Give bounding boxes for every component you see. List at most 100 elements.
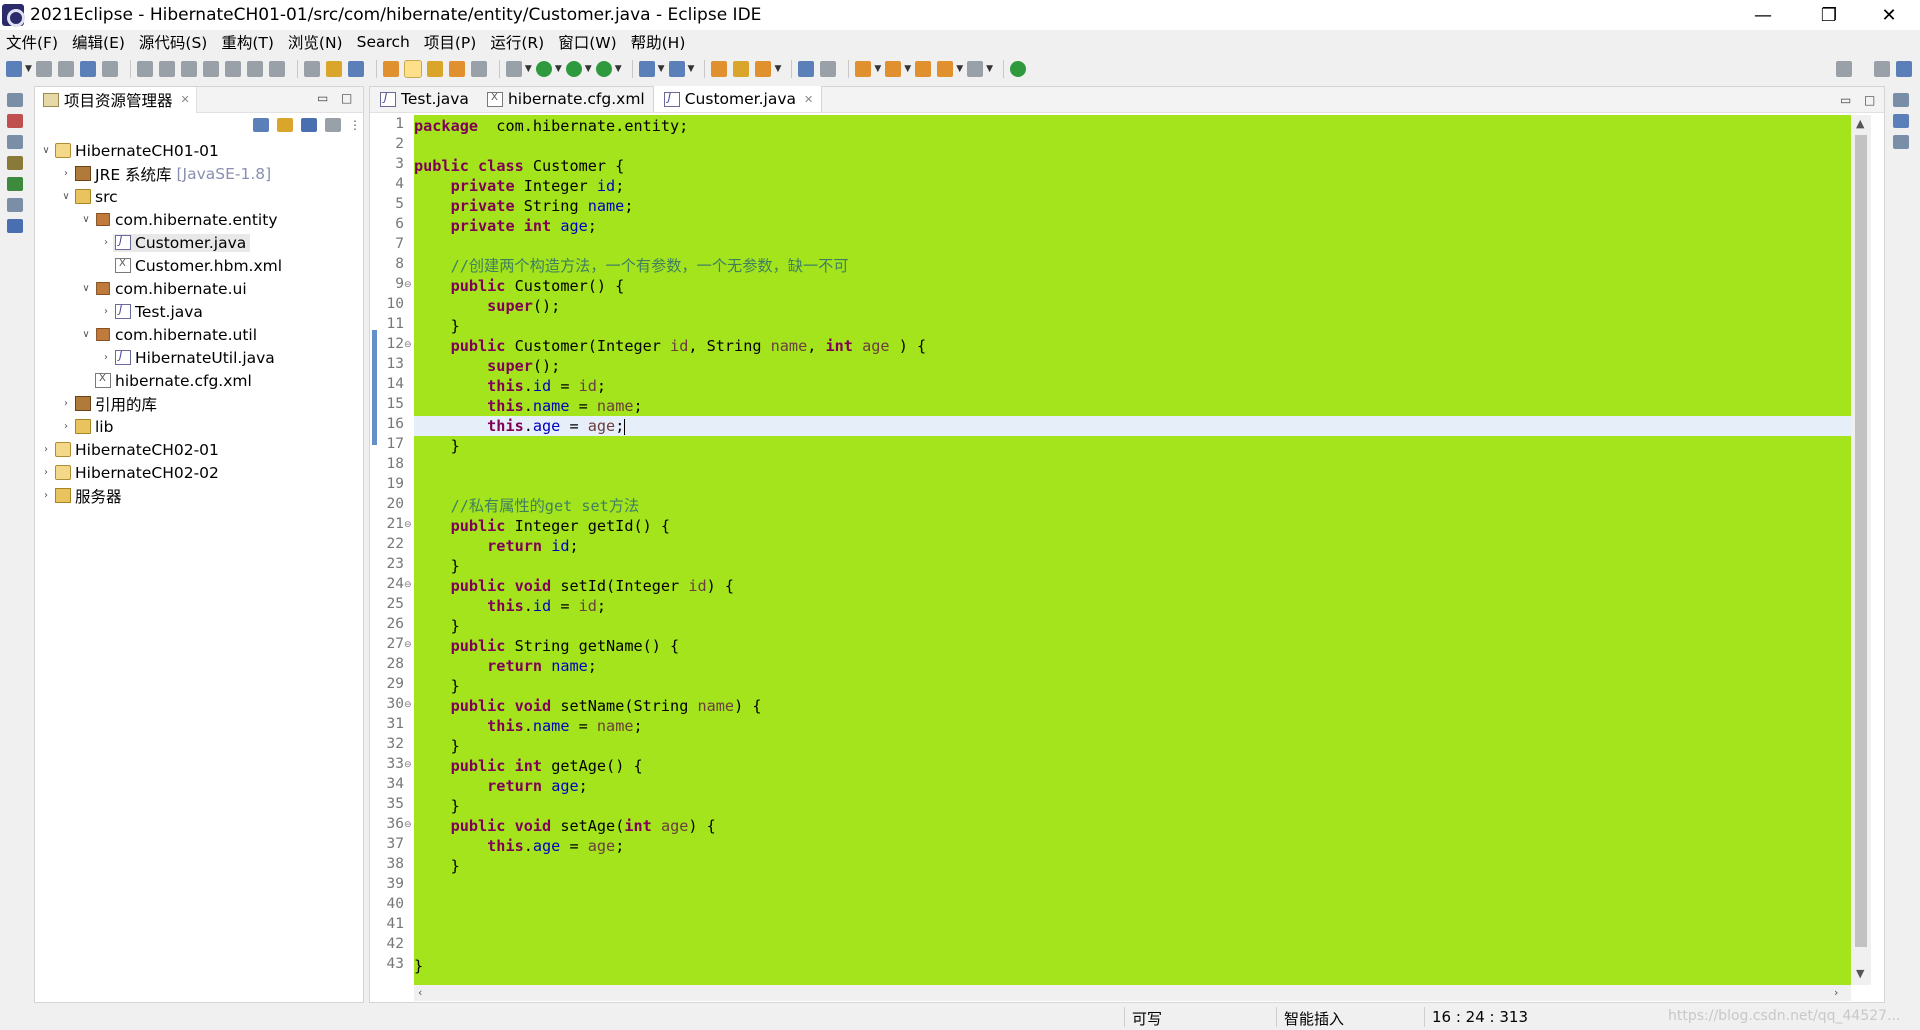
chevron-right-icon[interactable]: › bbox=[99, 352, 113, 363]
pin-editor-icon[interactable] bbox=[1010, 61, 1027, 77]
chevron-right-icon[interactable]: › bbox=[59, 421, 73, 432]
debug-icon[interactable] bbox=[505, 61, 522, 77]
fold-toggle-icon[interactable]: ⊖ bbox=[404, 340, 412, 350]
chevron-right-icon[interactable]: › bbox=[99, 306, 113, 317]
save-all-icon[interactable] bbox=[57, 61, 74, 77]
search-icon[interactable] bbox=[1836, 61, 1852, 77]
tree-item[interactable]: › lib bbox=[35, 415, 363, 438]
tree-item[interactable]: ∨ HibernateCH01-01 bbox=[35, 139, 363, 162]
menu-refactor[interactable]: 重构(T) bbox=[221, 31, 274, 53]
minimize-view-icon[interactable]: ▭ bbox=[317, 91, 328, 105]
pin-icon[interactable] bbox=[382, 61, 399, 77]
servers-icon[interactable] bbox=[7, 177, 23, 191]
chevron-right-icon[interactable]: › bbox=[59, 168, 73, 179]
chevron-down-icon[interactable]: ∨ bbox=[39, 145, 53, 156]
new-class-icon[interactable] bbox=[668, 61, 685, 77]
focus-icon[interactable] bbox=[325, 118, 341, 132]
menu-file[interactable]: 文件(F) bbox=[6, 31, 58, 53]
tree-item[interactable]: › 服务器 bbox=[35, 484, 363, 507]
chevron-down-icon[interactable]: ▼ bbox=[615, 64, 622, 74]
scroll-down-icon[interactable]: ▼ bbox=[1856, 967, 1864, 980]
globe-icon[interactable] bbox=[798, 61, 815, 77]
save-icon[interactable] bbox=[35, 61, 52, 77]
maximize-button[interactable]: ❐ bbox=[1806, 0, 1852, 30]
menu-source[interactable]: 源代码(S) bbox=[139, 31, 207, 53]
type-hierarchy-icon[interactable] bbox=[7, 114, 23, 128]
menu-run[interactable]: 运行(R) bbox=[490, 31, 544, 53]
mark-occurrences-icon[interactable] bbox=[403, 60, 422, 78]
selected-item[interactable]: Customer.java bbox=[113, 233, 251, 252]
chevron-down-icon[interactable]: ▼ bbox=[986, 64, 993, 74]
outline-icon[interactable] bbox=[7, 135, 23, 149]
step-return-icon[interactable] bbox=[268, 61, 285, 77]
open-console-icon[interactable] bbox=[347, 61, 364, 77]
fold-toggle-icon[interactable]: ⊖ bbox=[404, 760, 412, 770]
block-selection-icon[interactable] bbox=[426, 61, 443, 77]
build-icon[interactable] bbox=[325, 61, 342, 77]
open-type-icon[interactable] bbox=[711, 61, 728, 77]
last-edit-icon[interactable] bbox=[915, 61, 932, 77]
wrap-icon[interactable] bbox=[303, 61, 320, 77]
external-tools-icon[interactable] bbox=[595, 61, 612, 77]
chevron-right-icon[interactable]: › bbox=[39, 444, 53, 455]
toggle-breadcrumb-icon[interactable] bbox=[448, 61, 465, 77]
open-task-icon[interactable] bbox=[733, 61, 750, 77]
tree-item[interactable]: › Test.java bbox=[35, 300, 363, 323]
task-list-icon[interactable] bbox=[1893, 135, 1909, 149]
tree-item[interactable]: Customer.hbm.xml bbox=[35, 254, 363, 277]
terminate-icon[interactable] bbox=[180, 61, 197, 77]
fold-toggle-icon[interactable]: ⊖ bbox=[404, 820, 412, 830]
tree-item[interactable]: hibernate.cfg.xml bbox=[35, 369, 363, 392]
forward-icon[interactable] bbox=[967, 61, 984, 77]
filter-icon[interactable] bbox=[301, 118, 317, 132]
scroll-right-icon[interactable]: › bbox=[1834, 986, 1838, 999]
back-icon[interactable] bbox=[937, 61, 954, 77]
chevron-down-icon[interactable]: ∨ bbox=[79, 283, 93, 294]
menu-help[interactable]: 帮助(H) bbox=[631, 31, 686, 53]
restore-view-icon[interactable] bbox=[1893, 93, 1909, 107]
code-text-area[interactable]: package com.hibernate.entity; public clas… bbox=[414, 115, 1851, 985]
chevron-down-icon[interactable]: ▼ bbox=[774, 64, 781, 74]
chevron-down-icon[interactable]: ▼ bbox=[525, 64, 532, 74]
chevron-down-icon[interactable]: ▼ bbox=[658, 64, 665, 74]
menu-window[interactable]: 窗口(W) bbox=[558, 31, 616, 53]
fold-toggle-icon[interactable]: ⊖ bbox=[404, 280, 412, 290]
chevron-down-icon[interactable]: ▼ bbox=[25, 64, 32, 74]
fold-toggle-icon[interactable]: ⊖ bbox=[404, 640, 412, 650]
maximize-view-icon[interactable]: □ bbox=[1864, 93, 1875, 107]
minimize-button[interactable]: — bbox=[1740, 0, 1786, 30]
java-perspective-icon[interactable] bbox=[1896, 61, 1912, 77]
chevron-right-icon[interactable]: › bbox=[59, 398, 73, 409]
search-tools-icon[interactable] bbox=[755, 61, 772, 77]
next-annotation-icon[interactable] bbox=[855, 61, 872, 77]
chevron-right-icon[interactable]: › bbox=[39, 467, 53, 478]
chevron-down-icon[interactable]: ▼ bbox=[585, 64, 592, 74]
chevron-down-icon[interactable]: ▼ bbox=[555, 64, 562, 74]
horizontal-scrollbar[interactable]: ‹ › bbox=[414, 985, 1851, 1001]
tree-item[interactable]: › HibernateUtil.java bbox=[35, 346, 363, 369]
disconnect-icon[interactable] bbox=[202, 61, 219, 77]
coverage-icon[interactable] bbox=[565, 61, 582, 77]
fold-toggle-icon[interactable]: ⊖ bbox=[404, 700, 412, 710]
chevron-down-icon[interactable]: ▼ bbox=[874, 64, 881, 74]
tree-item[interactable]: › Customer.java bbox=[35, 231, 363, 254]
close-icon[interactable]: ✕ bbox=[181, 93, 190, 106]
close-button[interactable]: ✕ bbox=[1866, 0, 1912, 30]
fold-toggle-icon[interactable]: ⊖ bbox=[404, 580, 412, 590]
show-whitespace-icon[interactable] bbox=[470, 61, 487, 77]
scroll-left-icon[interactable]: ‹ bbox=[418, 986, 422, 999]
fold-toggle-icon[interactable]: ⊖ bbox=[404, 520, 412, 530]
collapse-all-icon[interactable] bbox=[253, 118, 269, 132]
menu-edit[interactable]: 编辑(E) bbox=[72, 31, 125, 53]
chevron-down-icon[interactable]: ∨ bbox=[59, 191, 73, 202]
chevron-down-icon[interactable]: ▼ bbox=[956, 64, 963, 74]
tab-hibernate-cfg-xml[interactable]: hibernate.cfg.xml bbox=[477, 86, 653, 112]
tree-item[interactable]: › 引用的库 bbox=[35, 392, 363, 415]
console-icon[interactable] bbox=[7, 219, 23, 233]
tab-project-explorer[interactable]: 项目资源管理器 ✕ bbox=[35, 86, 197, 113]
data-source-icon[interactable] bbox=[7, 198, 23, 212]
vertical-scrollbar[interactable]: ▲ ▼ bbox=[1851, 115, 1871, 985]
tree-item[interactable]: ∨ src bbox=[35, 185, 363, 208]
chevron-down-icon[interactable]: ▼ bbox=[688, 64, 695, 74]
previous-annotation-icon[interactable] bbox=[885, 61, 902, 77]
